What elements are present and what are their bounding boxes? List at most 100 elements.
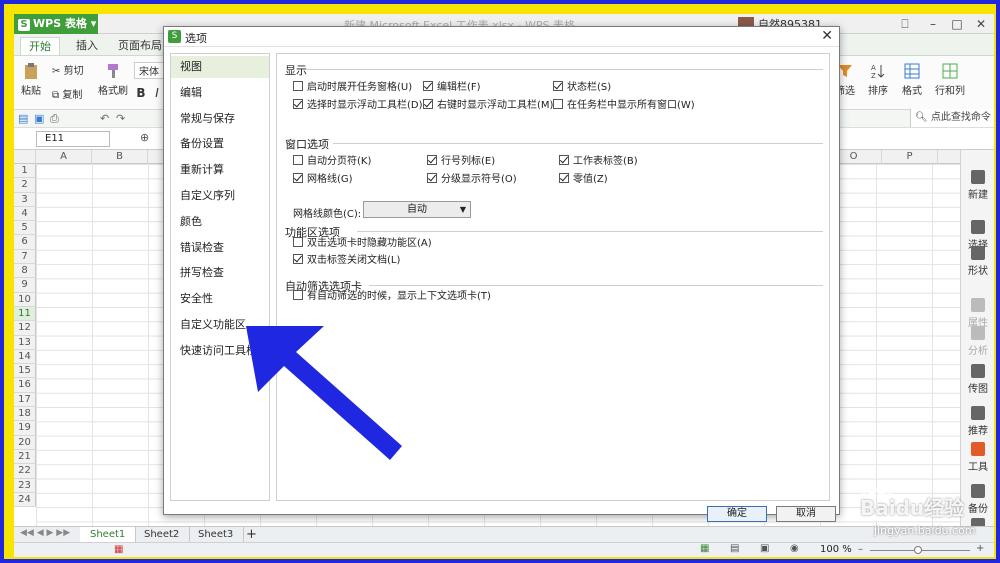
checkbox-checked-icon[interactable] — [423, 99, 433, 109]
format-painter-button[interactable]: 格式刷 — [96, 62, 130, 97]
row-header[interactable]: 18 — [14, 407, 36, 422]
checkbox-checked-icon[interactable] — [423, 81, 433, 91]
column-header[interactable]: B — [92, 150, 148, 164]
close-icon[interactable]: ✕ — [968, 14, 994, 34]
display-option-0[interactable]: 启动时展开任务窗格(U) — [293, 78, 412, 93]
nav-item-0[interactable]: 视图 — [171, 56, 269, 78]
page-break-view-icon[interactable]: ▣ — [760, 543, 769, 554]
sheet-tab-1[interactable]: Sheet1 — [80, 527, 137, 543]
bold-button[interactable]: B — [136, 86, 146, 100]
row-header[interactable]: 21 — [14, 449, 36, 465]
row-header[interactable]: 1 — [14, 164, 36, 179]
zoom-search-icon[interactable]: ⊕ — [140, 131, 149, 144]
window-option-3[interactable]: 网格线(G) — [293, 170, 353, 185]
maximize-icon[interactable]: □ — [944, 14, 970, 34]
copy-button[interactable]: ⧉ 复制 — [52, 86, 92, 101]
tab-page-layout[interactable]: 页面布局 — [110, 37, 170, 55]
nav-item-4[interactable]: 重新计算 — [171, 159, 269, 181]
display-option-1[interactable]: 编辑栏(F) — [423, 78, 481, 93]
row-header[interactable]: 8 — [14, 264, 36, 279]
row-header[interactable]: 13 — [14, 335, 36, 350]
checkbox-empty-icon[interactable] — [293, 237, 303, 247]
nav-item-5[interactable]: 自定义序列 — [171, 185, 269, 207]
zoom-in-icon[interactable]: + — [976, 543, 984, 554]
minimize-icon[interactable]: – — [920, 14, 946, 34]
nav-item-1[interactable]: 编辑 — [171, 82, 269, 104]
window-option-2[interactable]: 工作表标签(B) — [559, 152, 638, 167]
checkbox-checked-icon[interactable] — [427, 155, 437, 165]
nav-item-3[interactable]: 备份设置 — [171, 133, 269, 155]
nav-item-9[interactable]: 安全性 — [171, 288, 269, 310]
sort-button[interactable]: AZ 排序 — [864, 62, 892, 97]
nav-item-11[interactable]: 快速访问工具栏 — [171, 340, 269, 362]
normal-view-icon[interactable]: ▦ — [700, 543, 709, 554]
zoom-out-icon[interactable]: – — [858, 544, 863, 555]
nav-item-6[interactable]: 颜色 — [171, 211, 269, 233]
row-header[interactable]: 9 — [14, 278, 36, 293]
window-option-1[interactable]: 行号列标(E) — [427, 152, 495, 167]
font-name-select[interactable]: 宋体 — [134, 62, 164, 79]
row-header[interactable]: 4 — [14, 206, 36, 222]
save-icon[interactable]: ▣ — [34, 112, 44, 125]
format-button[interactable]: 格式 — [898, 62, 926, 97]
select-all-corner[interactable] — [14, 150, 36, 164]
checkbox-checked-icon[interactable] — [559, 173, 569, 183]
row-header[interactable]: 5 — [14, 221, 36, 236]
row-header[interactable]: 15 — [14, 364, 36, 379]
row-header[interactable]: 20 — [14, 435, 36, 450]
checkbox-checked-icon[interactable] — [293, 254, 303, 264]
cut-button[interactable]: ✂ 剪切 — [52, 62, 92, 77]
row-header[interactable]: 22 — [14, 464, 36, 479]
checkbox-checked-icon[interactable] — [427, 173, 437, 183]
gridline-color-select[interactable]: 自动 ▼ — [363, 201, 471, 218]
app-menu-button[interactable]: S WPS 表格 ▾ — [14, 14, 98, 34]
row-header[interactable]: 23 — [14, 478, 36, 493]
checkbox-empty-icon[interactable] — [553, 99, 563, 109]
window-option-5[interactable]: 零值(Z) — [559, 170, 608, 185]
window-option-4[interactable]: 分级显示符号(O) — [427, 170, 517, 185]
nav-item-7[interactable]: 错误检查 — [171, 237, 269, 259]
window-option-0[interactable]: 自动分页符(K) — [293, 152, 371, 167]
row-header[interactable]: 3 — [14, 192, 36, 207]
side-panel-item-6[interactable]: 推荐 — [961, 406, 994, 437]
sheet-nav-arrows-icon[interactable]: ◀◀ ◀ ▶ ▶▶ — [20, 528, 70, 538]
nav-item-2[interactable]: 常规与保存 — [171, 108, 269, 130]
side-panel-item-0[interactable]: 新建 — [961, 170, 994, 201]
checkbox-checked-icon[interactable] — [293, 99, 303, 109]
checkbox-checked-icon[interactable] — [553, 81, 563, 91]
row-header[interactable]: 11 — [14, 306, 36, 322]
display-option-2[interactable]: 状态栏(S) — [553, 78, 611, 93]
print-icon[interactable]: ⎙ — [50, 112, 59, 126]
checkbox-empty-icon[interactable] — [293, 81, 303, 91]
checkbox-empty-icon[interactable] — [293, 290, 303, 300]
tab-home[interactable]: 开始 — [20, 37, 60, 55]
checkbox-empty-icon[interactable] — [293, 155, 303, 165]
autofilter-option-0[interactable]: 有自动筛选的时候，显示上下文选项卡(T) — [293, 287, 491, 302]
side-panel-item-2[interactable]: 形状 — [961, 246, 994, 277]
row-header[interactable]: 6 — [14, 235, 36, 250]
row-header[interactable]: 17 — [14, 392, 36, 408]
open-folder-icon[interactable]: ▤ — [18, 112, 28, 125]
display-option-4[interactable]: 右键时显示浮动工具栏(M) — [423, 96, 553, 111]
row-header[interactable]: 24 — [14, 492, 36, 508]
dialog-close-icon[interactable]: ✕ — [821, 28, 833, 44]
side-panel-item-7[interactable]: 工具 — [961, 442, 994, 473]
reading-mode-icon[interactable]: ◉ — [790, 543, 799, 554]
page-layout-view-icon[interactable]: ▤ — [730, 543, 739, 554]
display-option-5[interactable]: 在任务栏中显示所有窗口(W) — [553, 96, 695, 111]
restore-ribbon-icon[interactable]: ⎕ — [892, 14, 918, 34]
italic-button[interactable]: I — [152, 86, 162, 100]
column-header[interactable]: P — [882, 150, 938, 164]
zoom-slider-thumb[interactable] — [914, 546, 922, 554]
ribbon-option-0[interactable]: 双击选项卡时隐藏功能区(A) — [293, 234, 432, 249]
row-header[interactable]: 14 — [14, 349, 36, 365]
sheet-tab-2[interactable]: Sheet2 — [134, 527, 191, 543]
nav-item-8[interactable]: 拼写检查 — [171, 262, 269, 284]
paste-button[interactable]: 粘贴 — [18, 62, 44, 97]
checkbox-checked-icon[interactable] — [559, 155, 569, 165]
side-panel-item-5[interactable]: 传图 — [961, 364, 994, 395]
ribbon-option-1[interactable]: 双击标签关闭文档(L) — [293, 251, 400, 266]
side-panel-item-4[interactable]: 分析 — [961, 326, 994, 357]
row-header[interactable]: 19 — [14, 421, 36, 436]
row-header[interactable]: 7 — [14, 249, 36, 265]
